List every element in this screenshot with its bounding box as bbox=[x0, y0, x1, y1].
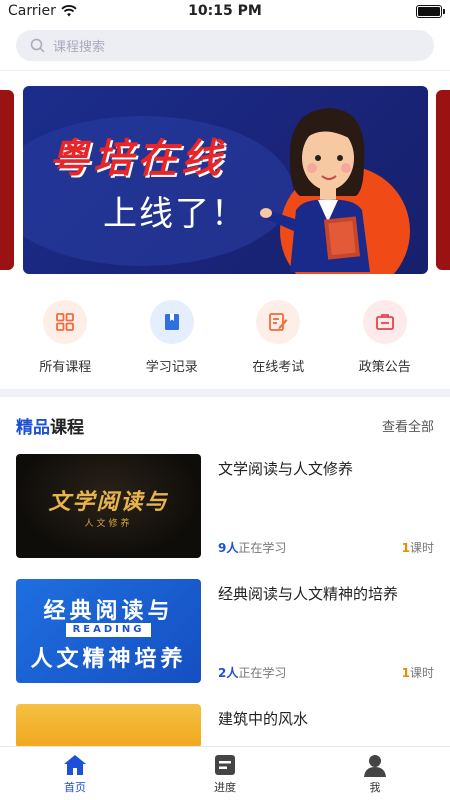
battery-icon bbox=[416, 5, 445, 18]
banner-prev-card[interactable] bbox=[0, 90, 14, 270]
thumb-title-2: 人文精神培养 bbox=[30, 647, 187, 672]
learner-suffix: 正在学习 bbox=[238, 541, 287, 555]
quick-online-exam[interactable]: 在线考试 bbox=[233, 300, 323, 375]
course-learners: 9人正在学习 bbox=[218, 539, 286, 556]
thumb-title: 文学阅读与 bbox=[48, 490, 169, 515]
thumb-reading-tag: READING bbox=[66, 623, 151, 637]
status-time: 10:15 PM bbox=[188, 3, 262, 19]
app-screen: Carrier 10:15 PM 课程搜索 粤培在线 上线了！ 所有课程 学习记… bbox=[0, 0, 450, 800]
tab-label: 首页 bbox=[64, 780, 86, 794]
quick-nav: 所有课程 学习记录 在线考试 政策公告 bbox=[0, 300, 450, 375]
quick-label: 学习记录 bbox=[145, 360, 198, 375]
search-icon bbox=[30, 38, 45, 53]
tab-home[interactable]: 首页 bbox=[25, 753, 125, 795]
banner-title: 粤培在线 bbox=[49, 136, 225, 182]
quick-label: 在线考试 bbox=[252, 360, 305, 375]
featured-header: 精品课程 查看全部 bbox=[16, 413, 434, 438]
lesson-suffix: 课时 bbox=[409, 666, 434, 680]
progress-icon bbox=[215, 754, 235, 775]
learner-count: 9人 bbox=[218, 541, 239, 555]
lesson-suffix: 课时 bbox=[409, 541, 434, 555]
course-thumbnail: 经典阅读与 READING 人文精神培养 bbox=[16, 579, 201, 683]
edit-icon bbox=[256, 300, 301, 344]
course-learners: 2人正在学习 bbox=[218, 664, 286, 681]
section-title: 精品课程 bbox=[16, 413, 84, 438]
course-title: 文学阅读与人文修养 bbox=[218, 460, 354, 478]
teacher-illustration bbox=[260, 108, 370, 272]
tab-label: 我 bbox=[369, 780, 381, 794]
tab-progress[interactable]: 进度 bbox=[175, 753, 275, 795]
quick-label: 所有课程 bbox=[39, 360, 92, 375]
course-card[interactable]: 文学阅读与 人文修养 文学阅读与人文修养 9人正在学习 1课时 bbox=[16, 454, 434, 558]
profile-icon bbox=[364, 754, 386, 777]
home-icon bbox=[64, 754, 86, 775]
thumb-title: 经典阅读与 bbox=[43, 599, 174, 624]
course-lessons: 1课时 bbox=[402, 664, 434, 681]
tab-label: 进度 bbox=[214, 780, 236, 794]
quick-policy-notice[interactable]: 政策公告 bbox=[340, 300, 430, 375]
grid-icon bbox=[43, 300, 88, 344]
learner-suffix: 正在学习 bbox=[238, 666, 287, 680]
learner-count: 2人 bbox=[218, 666, 239, 680]
quick-label: 政策公告 bbox=[358, 360, 411, 375]
course-thumbnail: 文学阅读与 人文修养 bbox=[16, 454, 201, 558]
book-icon bbox=[149, 300, 194, 344]
notice-icon bbox=[362, 300, 407, 344]
quick-study-record[interactable]: 学习记录 bbox=[127, 300, 217, 375]
course-lessons: 1课时 bbox=[402, 539, 434, 556]
quick-all-courses[interactable]: 所有课程 bbox=[20, 300, 110, 375]
header-divider bbox=[0, 70, 450, 71]
course-card[interactable]: 经典阅读与 READING 人文精神培养 经典阅读与人文精神的培养 2人正在学习… bbox=[16, 579, 434, 683]
course-title: 建筑中的风水 bbox=[218, 710, 309, 728]
course-thumbnail bbox=[16, 704, 201, 748]
lesson-count: 1 bbox=[401, 541, 410, 555]
section-title-rest: 课程 bbox=[50, 418, 84, 438]
tab-bar: 首页 进度 我 bbox=[0, 746, 450, 800]
banner-slide[interactable]: 粤培在线 上线了！ bbox=[23, 86, 428, 274]
section-title-accent: 精品 bbox=[16, 418, 50, 438]
tab-profile[interactable]: 我 bbox=[325, 753, 425, 795]
search-placeholder: 课程搜索 bbox=[53, 40, 106, 55]
status-bar: Carrier 10:15 PM bbox=[0, 0, 450, 24]
lesson-count: 1 bbox=[401, 666, 410, 680]
course-card[interactable]: 建筑中的风水 bbox=[16, 704, 434, 748]
course-title: 经典阅读与人文精神的培养 bbox=[218, 585, 399, 603]
thumb-subtitle: 人文修养 bbox=[84, 519, 133, 529]
banner-next-card[interactable] bbox=[436, 90, 450, 270]
view-all-link[interactable]: 查看全部 bbox=[382, 416, 434, 435]
banner-subtitle: 上线了！ bbox=[103, 194, 247, 234]
search-bar[interactable]: 课程搜索 bbox=[16, 30, 434, 61]
section-separator bbox=[0, 389, 450, 397]
